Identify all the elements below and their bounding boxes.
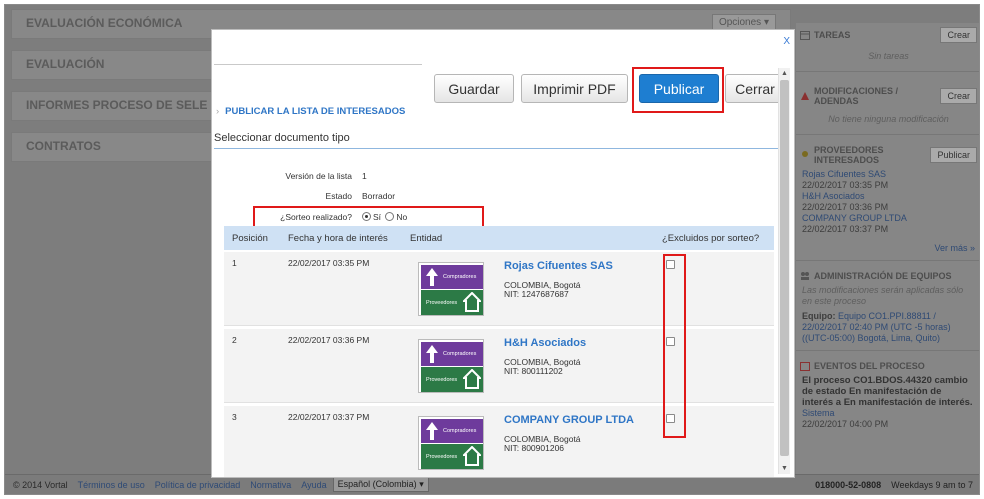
entity-name-link[interactable]: H&H Asociados <box>504 337 586 349</box>
copyright: © 2014 Vortal <box>13 479 68 490</box>
guardar-button[interactable]: Guardar <box>434 74 514 103</box>
proveedor-link[interactable]: H&H Asociados <box>802 191 975 202</box>
modificaciones-empty: No tiene ninguna modificación <box>828 114 949 124</box>
evento-date: 22/02/2017 04:00 PM <box>802 419 889 429</box>
flag-icon <box>800 91 810 101</box>
excluded-checkbox[interactable] <box>666 260 675 269</box>
tareas-create-button[interactable]: Crear <box>940 27 977 43</box>
footer-hours: Weekdays 9 am to 7 <box>891 479 973 490</box>
calendar-icon <box>800 30 810 40</box>
tareas-empty: Sin tareas <box>868 51 909 61</box>
admin-header: ADMINISTRACIÓN DE EQUIPOS <box>796 267 979 285</box>
calendar-icon <box>800 361 810 371</box>
proveedor-link[interactable]: COMPANY GROUP LTDA <box>802 213 975 224</box>
modal-scrollbar[interactable]: ▲ ▼ <box>778 68 790 474</box>
admin-note: Las modificaciones serán aplicadas sólo … <box>802 285 964 306</box>
entity-name-link[interactable]: Rojas Cifuentes SAS <box>504 260 613 272</box>
app-frame: EVALUACIÓN ECONÓMICA Opciones ▾ EVALUACI… <box>4 4 980 495</box>
eventos-header: EVENTOS DEL PROCESO <box>796 357 979 375</box>
proveedores-publicar-button[interactable]: Publicar <box>930 147 977 163</box>
scroll-down-icon[interactable]: ▼ <box>781 465 788 472</box>
equipo-info: Equipo: Equipo CO1.PPI.88811 / 22/02/201… <box>802 311 951 343</box>
evento-user[interactable]: Sistema <box>796 408 979 419</box>
right-panel: TAREAS Crear Sin tareas MODIFICACIONES /… <box>796 23 979 475</box>
proveedor-link[interactable]: Rojas Cifuentes SAS <box>802 169 975 180</box>
evento-text: El proceso CO1.BDOS.44320 cambio de esta… <box>802 375 973 408</box>
sorteo-no-radio[interactable] <box>385 212 395 221</box>
table-row: 3 22/02/2017 03:37 PM Compradores Provee… <box>224 406 774 477</box>
scroll-up-icon[interactable]: ▲ <box>781 70 788 77</box>
excluded-checkbox[interactable] <box>666 337 675 346</box>
position: 1 <box>232 258 237 268</box>
modificaciones-create-button[interactable]: Crear <box>940 88 977 104</box>
publish-dialog: X Guardar Imprimir PDF Publicar Cerrar ›… <box>211 29 795 478</box>
datetime: 22/02/2017 03:36 PM <box>288 335 370 345</box>
entity-nit: NIT: 1247687687 <box>504 289 569 299</box>
entity-name-link[interactable]: COMPANY GROUP LTDA <box>504 414 634 426</box>
position: 2 <box>232 335 237 345</box>
modificaciones-header: MODIFICACIONES / ADENDAS Crear <box>796 82 979 110</box>
position: 3 <box>232 412 237 422</box>
footer-link-ayuda[interactable]: Ayuda <box>301 480 326 490</box>
footer-link-normativa[interactable]: Normativa <box>250 480 291 490</box>
datetime: 22/02/2017 03:37 PM <box>288 412 370 422</box>
footer-link-terminos[interactable]: Términos de uso <box>78 480 145 490</box>
cerrar-button[interactable]: Cerrar <box>725 74 785 103</box>
close-icon[interactable]: X <box>783 36 790 47</box>
users-icon <box>800 271 810 281</box>
excluded-checkbox[interactable] <box>666 414 675 423</box>
datetime: 22/02/2017 03:35 PM <box>288 258 370 268</box>
breadcrumb: › PUBLICAR LA LISTA DE INTERESADOS <box>216 106 406 117</box>
secop-logo: Compradores Proveedores <box>418 339 484 393</box>
sorteo-si-radio[interactable] <box>362 212 371 221</box>
imprimir-pdf-button[interactable]: Imprimir PDF <box>521 74 628 103</box>
proveedores-header: PROVEEDORES INTERESADOS Publicar <box>796 141 979 169</box>
language-select[interactable]: Español (Colombia) ▾ <box>332 477 429 492</box>
section-title: EVALUACIÓN ECONÓMICA <box>26 16 183 30</box>
table-row: 2 22/02/2017 03:36 PM Compradores Provee… <box>224 329 774 403</box>
footer-link-privacidad[interactable]: Política de privacidad <box>155 480 241 490</box>
footer-phone: 018000-52-0808 <box>815 479 882 490</box>
page-subtitle: Seleccionar documento tipo <box>214 132 782 149</box>
scroll-thumb[interactable] <box>780 80 789 456</box>
proveedores-list: Rojas Cifuentes SAS 22/02/2017 03:35 PM … <box>802 169 975 254</box>
tareas-header: TAREAS Crear <box>796 23 979 47</box>
table-row: 1 22/02/2017 03:35 PM Compradores Provee… <box>224 252 774 326</box>
secop-logo: Compradores Proveedores <box>418 262 484 316</box>
chevron-right-icon: › <box>216 106 220 117</box>
publicar-button[interactable]: Publicar <box>639 74 719 103</box>
table-header: Posición Fecha y hora de interés Entidad… <box>224 226 774 250</box>
entity-nit: NIT: 800901206 <box>504 443 565 453</box>
ver-mas-link[interactable]: Ver más » <box>802 243 975 254</box>
secop-logo: Compradores Proveedores <box>418 416 484 470</box>
pin-icon <box>800 150 810 160</box>
entity-nit: NIT: 800111202 <box>504 366 563 376</box>
